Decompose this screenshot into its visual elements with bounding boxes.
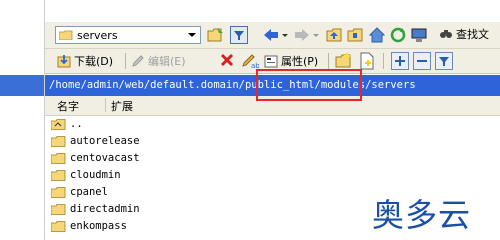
- open-folder-icon[interactable]: [207, 26, 225, 44]
- binoculars-icon: [440, 30, 452, 38]
- list-item[interactable]: directadmin: [50, 201, 140, 217]
- file-name: ..: [70, 118, 83, 130]
- properties-label: 属性(P): [281, 55, 319, 68]
- navigation-toolbar: servers 查找文: [45, 22, 500, 49]
- download-label: 下载(D): [74, 55, 114, 68]
- column-name[interactable]: 名字: [57, 98, 79, 114]
- rename-icon[interactable]: ab: [241, 52, 260, 70]
- left-pane-selection: [0, 75, 44, 96]
- file-name: cpanel: [70, 186, 108, 198]
- collapse-icon[interactable]: [413, 52, 431, 70]
- folder-path-value: servers: [77, 28, 118, 42]
- properties-button[interactable]: 属性(P): [264, 52, 318, 70]
- edit-label: 编辑(E): [148, 55, 186, 68]
- delete-icon[interactable]: [219, 52, 237, 70]
- toolbar-separator: [383, 53, 384, 69]
- back-dropdown-icon[interactable]: [281, 26, 289, 44]
- folder-path-combo[interactable]: servers: [55, 26, 201, 44]
- toolbar-separator: [328, 53, 329, 69]
- up-folder-icon[interactable]: [326, 26, 344, 44]
- refresh-icon[interactable]: [389, 26, 407, 44]
- folder-icon: [50, 152, 66, 164]
- highlight-annotation: [256, 69, 362, 101]
- list-item[interactable]: enkompass: [50, 218, 127, 234]
- root-folder-icon[interactable]: [347, 26, 365, 44]
- file-name: enkompass: [70, 220, 127, 232]
- file-name: autorelease: [70, 135, 140, 147]
- file-name: cloudmin: [70, 169, 121, 181]
- forward-dropdown-icon[interactable]: [312, 26, 320, 44]
- properties-icon: [264, 55, 278, 68]
- folder-icon: [50, 135, 66, 147]
- chevron-down-icon[interactable]: [188, 33, 196, 37]
- list-item[interactable]: centovacast: [50, 150, 140, 166]
- folder-icon: [58, 30, 73, 41]
- back-arrow-icon[interactable]: [262, 26, 280, 44]
- filter-small-icon[interactable]: [435, 52, 453, 70]
- folder-icon: [50, 220, 66, 232]
- file-name: centovacast: [70, 152, 140, 164]
- list-item[interactable]: ..: [50, 116, 83, 132]
- parent-folder-icon: [50, 118, 66, 130]
- folder-icon: [50, 186, 66, 198]
- list-item[interactable]: cpanel: [50, 184, 108, 200]
- folder-icon: [50, 169, 66, 181]
- new-folder-icon[interactable]: [335, 52, 353, 70]
- home-icon[interactable]: [368, 26, 386, 44]
- filter-icon[interactable]: [230, 26, 248, 44]
- expand-icon[interactable]: [391, 52, 409, 70]
- edit-button[interactable]: 编辑(E): [131, 52, 186, 70]
- watermark-text: 奥多云: [372, 196, 472, 234]
- list-item[interactable]: autorelease: [50, 133, 140, 149]
- forward-arrow-icon[interactable]: [293, 26, 311, 44]
- download-button[interactable]: 下载(D): [57, 52, 113, 70]
- new-file-icon[interactable]: [359, 52, 377, 70]
- toolbar-separator: [125, 53, 126, 69]
- folder-icon: [50, 203, 66, 215]
- column-divider[interactable]: [105, 98, 106, 112]
- left-pane: [0, 0, 45, 240]
- column-extension[interactable]: 扩展: [111, 98, 133, 114]
- find-label: 查找文: [456, 28, 489, 41]
- list-item[interactable]: cloudmin: [50, 167, 121, 183]
- computer-icon[interactable]: [410, 26, 428, 44]
- pencil-icon: [132, 55, 144, 67]
- find-button[interactable]: 查找文: [439, 25, 489, 43]
- file-name: directadmin: [70, 203, 140, 215]
- download-icon: [57, 55, 71, 68]
